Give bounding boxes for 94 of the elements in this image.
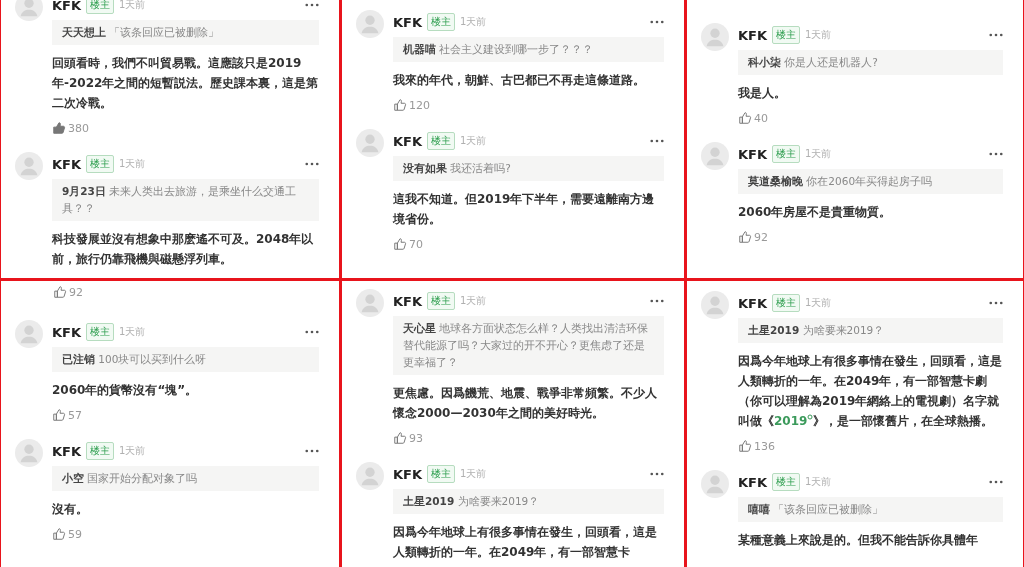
quoted-reply: 莫道桑榆晚 你在2060年买得起房子吗 — [738, 169, 1003, 194]
quoted-reply: 机器喵 社会主义建设到哪一步了？？？ — [393, 37, 664, 62]
quoted-reply: 科小柒 你是人还是机器人? — [738, 50, 1003, 75]
quoted-reply: 天天想上 「该条回应已被删除」 — [52, 20, 319, 45]
quoted-reply: 土星2019 为啥要来2019？ — [393, 489, 664, 514]
author-badge: 楼主 — [772, 26, 801, 44]
quoted-reply: 已注销 100块可以买到什么呀 — [52, 347, 319, 372]
post-time: 1天前 — [119, 157, 146, 171]
author-name[interactable]: KFK — [738, 27, 768, 43]
like-count: 70 — [409, 237, 423, 251]
like-count: 92 — [754, 230, 768, 244]
comment-text: 2060年房屋不是貴重物質。 — [738, 204, 893, 221]
thumbs-up-icon[interactable] — [52, 121, 66, 135]
author-badge: 楼主 — [427, 465, 456, 483]
comment-text: 沒有。 — [52, 501, 89, 518]
more-icon[interactable] — [650, 299, 664, 303]
more-icon[interactable] — [305, 3, 319, 7]
comment-text: 因爲今年地球上有很多事情在發生，回頭看，這是人類轉折的一年。在2049年，有一部智慧卡 — [393, 524, 658, 561]
post-time: 1天前 — [119, 325, 146, 339]
comment-text: 2060年的貨幣沒有“塊”。 — [52, 382, 199, 399]
more-icon[interactable] — [989, 33, 1003, 37]
post-time: 1天前 — [460, 15, 487, 29]
comment-text: 因爲今年地球上有很多事情在發生，回頭看，這是人類轉折的一年。在2049年，有一部智慧卡劇（你可以理解為2019年網絡上的電視劇）名字就叫做《2019 》，是一部懷舊片，在全球熱播。 — [738, 353, 1003, 430]
author-name[interactable]: KFK — [393, 133, 423, 149]
more-icon[interactable] — [650, 472, 664, 476]
thumbs-up-icon[interactable] — [393, 98, 407, 112]
comment-text: 科技發展並沒有想象中那麽遙不可及。2048年以前，旅行仍靠飛機與磁懸浮列車。 — [52, 231, 315, 268]
quoted-reply: 小空 国家开始分配对象了吗 — [52, 466, 319, 491]
thumbs-up-icon[interactable] — [53, 285, 67, 299]
author-name[interactable]: KFK — [52, 443, 82, 459]
author-badge: 楼主 — [86, 323, 115, 341]
more-icon[interactable] — [650, 20, 664, 24]
comment-text: 某種意義上來說是的。但我不能告訴你具體年 — [738, 532, 979, 549]
thumbs-up-icon[interactable] — [738, 230, 752, 244]
more-icon[interactable] — [650, 139, 664, 143]
quoted-reply: 土星2019 为啥要来2019？ — [738, 318, 1003, 343]
comment-text: 這我不知道。但2019年下半年，需要遠離南方邊境省份。 — [393, 191, 656, 228]
like-count: 93 — [409, 431, 423, 445]
like-count: 120 — [409, 98, 430, 112]
thumbs-up-icon[interactable] — [738, 439, 752, 453]
thumbs-up-icon[interactable] — [52, 527, 66, 541]
post-time: 1天前 — [119, 0, 146, 12]
more-icon[interactable] — [305, 162, 319, 166]
author-name[interactable]: KFK — [393, 466, 423, 482]
comment-text: 更焦慮。因爲饑荒、地震、戰爭非常頻繁。不少人懷念2000—2030年之間的美好時光。 — [393, 385, 658, 422]
like-count: 380 — [68, 121, 89, 135]
author-name[interactable]: KFK — [393, 293, 423, 309]
post-time: 1天前 — [460, 467, 487, 481]
author-name[interactable]: KFK — [738, 146, 768, 162]
quoted-reply: 9月23日 未来人类出去旅游，是乘坐什么交通工具？？ — [52, 179, 319, 221]
author-badge: 楼主 — [427, 13, 456, 31]
quoted-reply: 嘻嘻 「该条回应已被删除」 — [738, 497, 1003, 522]
more-icon[interactable] — [989, 480, 1003, 484]
like-count: 57 — [68, 408, 82, 422]
link-icon — [807, 414, 814, 420]
title-link[interactable]: 2019 — [774, 414, 814, 428]
comment-text: 我來的年代，朝鮮、古巴都已不再走這條道路。 — [393, 72, 646, 89]
author-badge: 楼主 — [86, 0, 115, 14]
like-count: 40 — [754, 111, 768, 125]
post-time: 1天前 — [805, 296, 832, 310]
author-badge: 楼主 — [427, 132, 456, 150]
comment-text: 回頭看時，我們不叫貿易戰。這應該只是2019年-2022年之間的短暫説法。歷史課本裏，這是第二次冷戰。 — [52, 55, 319, 112]
author-badge: 楼主 — [427, 292, 456, 310]
author-name[interactable]: KFK — [52, 324, 82, 340]
author-name[interactable]: KFK — [738, 474, 768, 490]
author-badge: 楼主 — [772, 294, 801, 312]
quoted-reply: 没有如果 我还活着吗? — [393, 156, 664, 181]
post-time: 1天前 — [460, 134, 487, 148]
more-icon[interactable] — [989, 152, 1003, 156]
more-icon[interactable] — [305, 449, 319, 453]
author-name[interactable]: KFK — [738, 295, 768, 311]
more-icon[interactable] — [989, 301, 1003, 305]
author-name[interactable]: KFK — [52, 156, 82, 172]
like-count: 59 — [68, 527, 82, 541]
more-icon[interactable] — [305, 330, 319, 334]
post-time: 1天前 — [460, 294, 487, 308]
thumbs-up-icon[interactable] — [393, 237, 407, 251]
author-name[interactable]: KFK — [52, 0, 82, 13]
author-badge: 楼主 — [86, 442, 115, 460]
thumbs-up-icon[interactable] — [393, 431, 407, 445]
author-badge: 楼主 — [772, 145, 801, 163]
author-badge: 楼主 — [772, 473, 801, 491]
quoted-reply: 天心星 地球各方面状态怎么样？人类找出清洁环保替代能源了吗？大家过的开不开心？更焦虑了还是更幸福了？ — [393, 316, 664, 375]
post-time: 1天前 — [805, 475, 832, 489]
like-count: 92 — [69, 285, 83, 299]
post-time: 1天前 — [805, 147, 832, 161]
comment-text: 我是人。 — [738, 85, 787, 102]
author-badge: 楼主 — [86, 155, 115, 173]
like-count: 136 — [754, 439, 775, 453]
thumbs-up-icon[interactable] — [738, 111, 752, 125]
author-name[interactable]: KFK — [393, 14, 423, 30]
post-time: 1天前 — [119, 444, 146, 458]
thumbs-up-icon[interactable] — [52, 408, 66, 422]
post-time: 1天前 — [805, 28, 832, 42]
